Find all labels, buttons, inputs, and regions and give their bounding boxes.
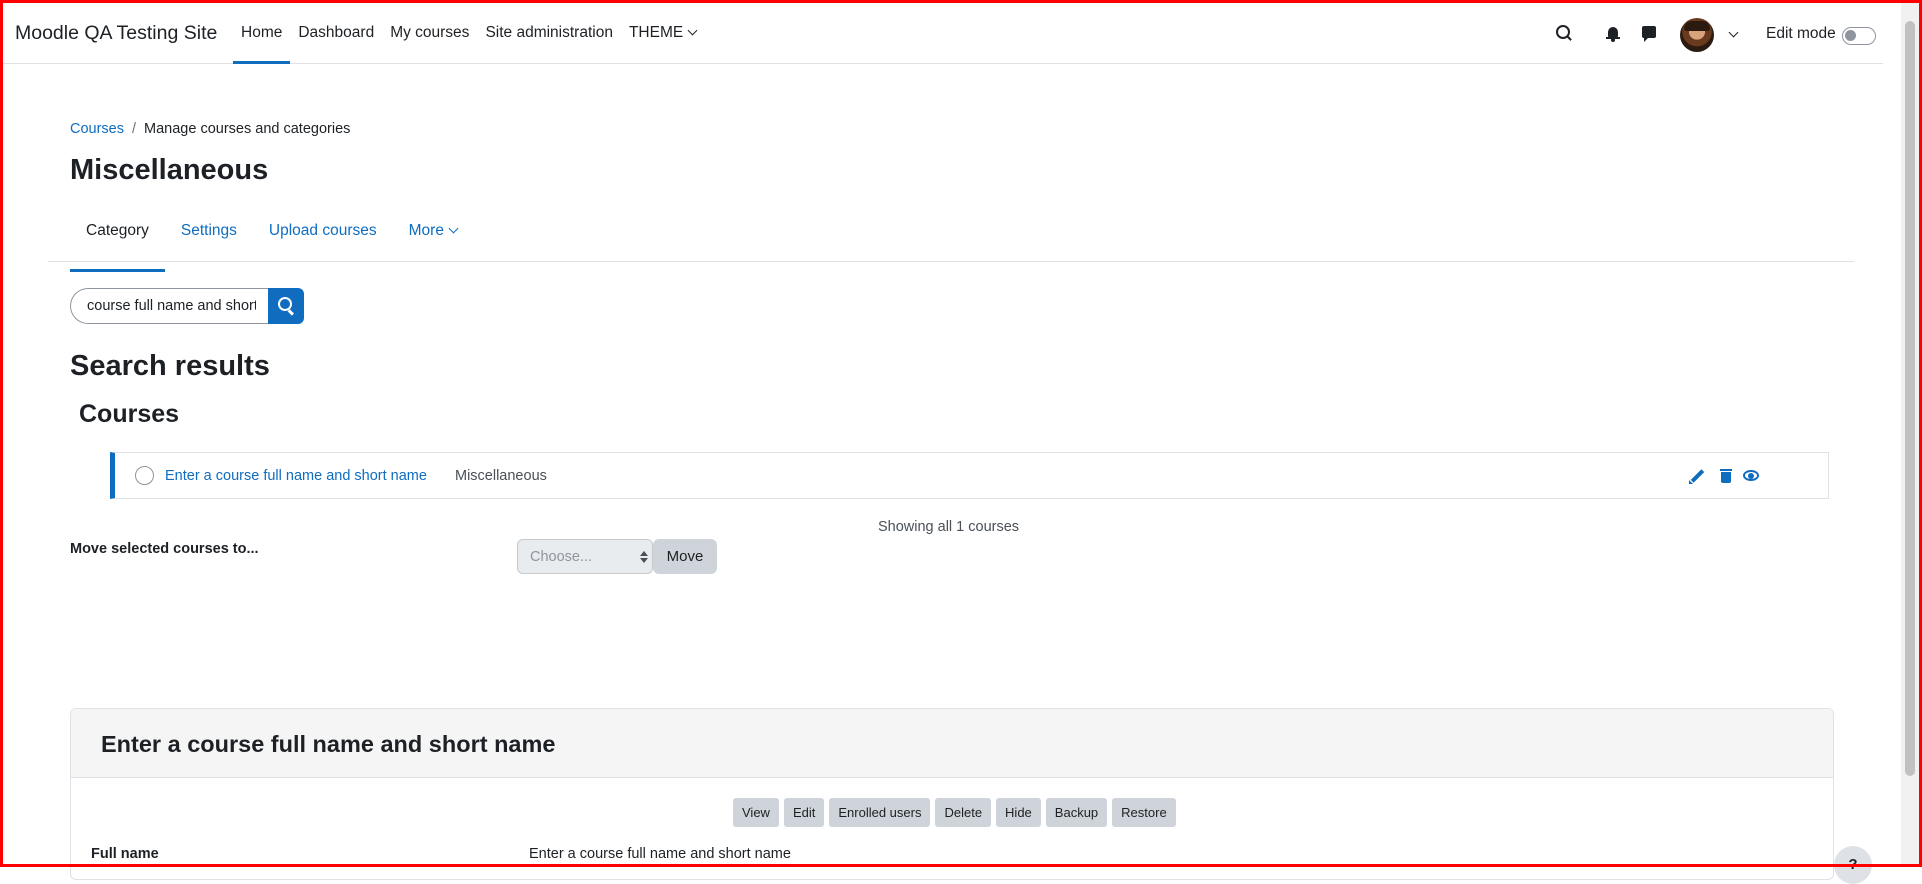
nav-theme-label: THEME <box>628 24 684 41</box>
move-button[interactable]: Move <box>653 539 717 574</box>
course-search-input[interactable] <box>70 288 268 324</box>
nav-site-administration[interactable]: Site administration <box>477 3 621 63</box>
nav-my-courses-label: My courses <box>390 24 470 41</box>
course-list-item: Enter a course full name and short name … <box>110 452 1829 499</box>
tab-settings-label: Settings <box>180 222 237 239</box>
nav-site-admin-label: Site administration <box>485 24 613 41</box>
breadcrumb-courses[interactable]: Courses <box>70 121 124 137</box>
search-results-heading: Search results <box>70 350 270 382</box>
secondary-navigation: Category Settings Upload courses More <box>48 212 1854 272</box>
showing-count: Showing all 1 courses <box>878 519 1020 535</box>
backup-button[interactable]: Backup <box>1045 798 1108 827</box>
nav-my-courses[interactable]: My courses <box>382 3 477 63</box>
chevron-down-icon <box>448 223 459 234</box>
full-name-label: Full name <box>91 846 159 862</box>
course-category: Miscellaneous <box>455 468 547 484</box>
tab-category[interactable]: Category <box>70 212 165 272</box>
tab-upload-courses-label: Upload courses <box>268 222 377 239</box>
course-detail-title: Enter a course full name and short name <box>101 731 556 757</box>
site-brand[interactable]: Moodle QA Testing Site <box>15 22 217 45</box>
course-detail-header: Enter a course full name and short name <box>71 709 1833 778</box>
course-action-buttons: View Edit Enrolled users Delete Hide Bac… <box>733 798 1176 827</box>
breadcrumb-separator: / <box>132 121 137 137</box>
search-submit-button[interactable] <box>268 288 304 324</box>
nav-dashboard[interactable]: Dashboard <box>290 3 382 63</box>
hide-button[interactable]: Hide <box>996 798 1041 827</box>
nav-dashboard-label: Dashboard <box>298 24 375 41</box>
chevron-down-icon <box>687 25 698 36</box>
select-placeholder: Choose... <box>530 549 593 565</box>
chat-icon[interactable] <box>1642 26 1656 42</box>
tab-more[interactable]: More <box>393 212 473 261</box>
course-search-group <box>70 288 304 324</box>
edit-mode-label: Edit mode <box>1766 25 1836 42</box>
top-navbar: Moodle QA Testing Site Home Dashboard My… <box>3 3 1883 64</box>
nav-home-label: Home <box>241 24 283 41</box>
search-icon[interactable] <box>1556 25 1572 41</box>
full-name-value: Enter a course full name and short name <box>529 846 791 862</box>
page-scrollbar[interactable] <box>1901 3 1919 864</box>
enrolled-users-button[interactable]: Enrolled users <box>829 798 931 827</box>
nav-theme-dropdown[interactable]: THEME <box>621 3 704 63</box>
course-select-checkbox[interactable] <box>135 466 154 485</box>
chevron-down-icon[interactable] <box>1728 27 1739 38</box>
restore-button[interactable]: Restore <box>1112 798 1176 827</box>
edit-mode-toggle[interactable] <box>1842 27 1876 45</box>
bell-icon[interactable] <box>1606 27 1620 42</box>
trash-icon[interactable] <box>1717 467 1735 485</box>
view-button[interactable]: View <box>733 798 779 827</box>
move-courses-label: Move selected courses to... <box>70 541 259 557</box>
course-detail-card: Enter a course full name and short name … <box>70 708 1834 880</box>
help-button[interactable]: ? <box>1834 846 1872 884</box>
courses-heading: Courses <box>79 400 180 428</box>
breadcrumb-current: Manage courses and categories <box>144 121 351 137</box>
nav-home[interactable]: Home <box>233 3 291 64</box>
edit-pencil-icon[interactable] <box>1688 467 1706 485</box>
move-category-select[interactable]: Choose... <box>517 539 653 574</box>
eye-icon[interactable] <box>1742 467 1760 485</box>
tab-upload-courses[interactable]: Upload courses <box>253 212 393 261</box>
tab-settings[interactable]: Settings <box>165 212 253 261</box>
avatar[interactable] <box>1680 18 1714 52</box>
tab-more-label: More <box>408 222 444 239</box>
breadcrumb: Courses / Manage courses and categories <box>70 121 350 137</box>
primary-navigation: Home Dashboard My courses Site administr… <box>233 3 704 64</box>
toggle-knob <box>1845 30 1856 41</box>
course-name-link[interactable]: Enter a course full name and short name <box>165 468 427 484</box>
scrollbar-thumb[interactable] <box>1905 21 1915 776</box>
page-title: Miscellaneous <box>70 154 269 186</box>
delete-button[interactable]: Delete <box>935 798 992 827</box>
tab-category-label: Category <box>86 222 149 239</box>
edit-button[interactable]: Edit <box>783 798 825 827</box>
